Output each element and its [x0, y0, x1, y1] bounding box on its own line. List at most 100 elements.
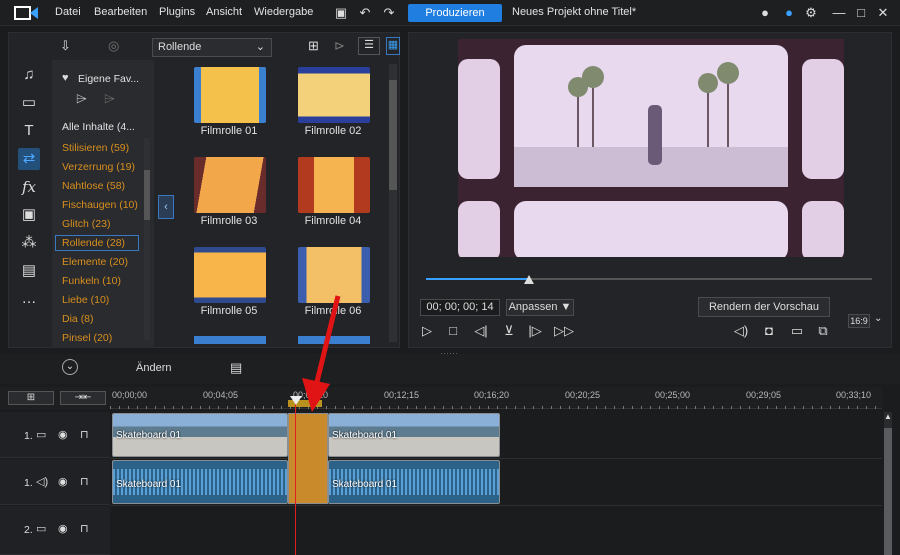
video-room-icon[interactable]: ▭ [18, 92, 40, 114]
all-contents[interactable]: Alle Inhalte (4... [62, 121, 135, 133]
fit-dropdown[interactable]: Anpassen ▼ [506, 299, 574, 316]
timeline-scroll-thumb[interactable] [884, 428, 892, 555]
pip-room-icon[interactable]: ▣ [18, 204, 40, 226]
heart-icon: ♥ [62, 72, 69, 84]
undo-icon[interactable]: ↶ [356, 4, 374, 22]
minimize-icon[interactable]: — [830, 4, 848, 22]
track-divider [110, 505, 882, 506]
fx-room-icon[interactable]: fx [18, 176, 40, 198]
list-view-icon[interactable]: ☰ [358, 37, 380, 55]
filmroll-02-thumb[interactable] [298, 67, 370, 123]
category-item[interactable]: Elemente (20) [62, 256, 128, 268]
new-folder-icon[interactable]: ⊞ [308, 38, 319, 54]
category-item[interactable]: Nahtlose (58) [62, 180, 125, 192]
menu-edit[interactable]: Bearbeiten [94, 6, 147, 18]
video-clip[interactable]: Skateboard 01 [328, 413, 500, 457]
library-scroll-thumb[interactable] [389, 80, 397, 190]
tag-icon[interactable]: ⊳ [334, 38, 345, 54]
visibility-eye-icon[interactable]: ◉ [58, 522, 68, 535]
produce-button[interactable]: Produzieren [408, 4, 502, 22]
subtitle-icon[interactable]: ▭ [788, 322, 806, 340]
snapshot-camera-icon[interactable]: ◘ [760, 322, 778, 340]
timeline-toolbar [0, 354, 900, 384]
category-item[interactable]: Pinsel (20) [62, 332, 112, 344]
volume-icon[interactable]: ◁) [732, 322, 750, 340]
category-dropdown[interactable]: Rollende ⌄ [152, 38, 272, 57]
category-item[interactable]: Glitch (23) [62, 218, 110, 230]
remove-tag-icon[interactable]: ⌲ [104, 90, 115, 107]
menu-playback[interactable]: Wiedergabe [254, 6, 313, 18]
media-room-icon[interactable]: ♫ [18, 64, 40, 86]
menu-plugins[interactable]: Plugins [159, 6, 195, 18]
visibility-eye-icon[interactable]: ◉ [58, 428, 68, 441]
category-item[interactable]: Funkeln (10) [62, 275, 121, 287]
settings-gear-icon[interactable]: ⚙ [802, 4, 820, 22]
next-frame-icon[interactable]: |▷ [526, 322, 544, 340]
category-item[interactable]: Stilisieren (59) [62, 142, 129, 154]
playhead-line[interactable] [295, 396, 296, 555]
grid-view-icon[interactable]: ▦ [386, 37, 400, 55]
clip-label: Skateboard 01 [116, 430, 182, 441]
undock-icon[interactable]: ⧉ [814, 322, 832, 340]
prev-frame-icon[interactable]: ◁| [472, 322, 490, 340]
category-item[interactable]: Verzerrung (19) [62, 161, 135, 173]
transition-clip[interactable] [288, 413, 328, 504]
close-icon[interactable]: ✕ [874, 4, 892, 22]
split-frame-icon[interactable]: ⊻ [500, 322, 518, 340]
track-header-video-2 [0, 506, 110, 555]
timeline-scrollbar[interactable] [884, 412, 892, 555]
title-room-icon[interactable]: T [18, 120, 40, 142]
filmroll-03-thumb[interactable] [194, 157, 266, 213]
timecode-display[interactable]: 00; 00; 00; 14 [420, 299, 500, 316]
add-tag-icon[interactable]: ⌲ [76, 90, 87, 107]
menu-view[interactable]: Ansicht [206, 6, 242, 18]
stop-icon[interactable]: □ [444, 322, 462, 340]
menu-file[interactable]: Datei [55, 6, 81, 18]
audio-clip[interactable]: Skateboard 01 [112, 460, 288, 504]
favorites-label[interactable]: Eigene Fav... [78, 73, 139, 85]
preview-seek-handle[interactable] [523, 275, 534, 284]
edit-button[interactable]: Ändern [136, 362, 171, 374]
maximize-icon[interactable]: □ [852, 4, 870, 22]
globe-icon[interactable]: ◎ [108, 38, 119, 54]
filmroll-05-thumb[interactable] [194, 247, 266, 303]
category-scroll-thumb[interactable] [144, 170, 150, 220]
category-item[interactable]: Liebe (10) [62, 294, 109, 306]
subtitle-room-icon[interactable]: ▤ [18, 260, 40, 282]
category-item[interactable]: Fischaugen (10) [62, 199, 138, 211]
ruler-label: 00;12;15 [384, 390, 420, 400]
category-item[interactable]: Dia (8) [62, 313, 94, 325]
user-icon[interactable]: ● [756, 4, 774, 22]
render-preview-button[interactable]: Rendern der Vorschau [698, 297, 830, 317]
toolbar-dropdown-icon[interactable]: ⌄ [62, 359, 78, 375]
more-icon[interactable]: … [18, 288, 40, 310]
track-manager-icon[interactable]: ⊞ [8, 391, 54, 405]
visibility-eye-icon[interactable]: ◉ [58, 475, 68, 488]
save-icon[interactable]: ▣ [332, 4, 350, 22]
filmroll-01-thumb[interactable] [194, 67, 266, 123]
audio-clip[interactable]: Skateboard 01 [328, 460, 500, 504]
collapse-panel-icon[interactable]: ‹ [158, 195, 174, 219]
chevron-down-icon[interactable]: ⌄ [874, 313, 882, 324]
ruler-label: 00;25;00 [655, 390, 691, 400]
fast-forward-icon[interactable]: ▷▷ [554, 322, 574, 340]
particle-room-icon[interactable]: ⁂ [18, 232, 40, 254]
fit-timeline-icon[interactable]: ⇥⇤ [60, 391, 106, 405]
filmroll-07-thumb[interactable] [194, 336, 266, 344]
play-icon[interactable]: ▷ [418, 322, 436, 340]
lock-icon[interactable]: ⊓ [80, 475, 89, 488]
lock-icon[interactable]: ⊓ [80, 522, 89, 535]
aspect-ratio-button[interactable]: 16:9 [848, 314, 870, 328]
video-clip[interactable]: Skateboard 01 [112, 413, 288, 457]
import-icon[interactable]: ⇩ [60, 38, 71, 54]
redo-icon[interactable]: ↷ [380, 4, 398, 22]
transition-room-icon[interactable]: ⇄ [18, 148, 40, 170]
scroll-up-icon[interactable]: ▲ [884, 412, 892, 421]
library-scrollbar[interactable] [389, 64, 397, 342]
notification-icon[interactable]: ● [780, 4, 798, 22]
storyboard-icon[interactable]: ▤ [230, 360, 242, 376]
lock-icon[interactable]: ⊓ [80, 428, 89, 441]
category-item-selected[interactable]: Rollende (28) [55, 235, 139, 251]
filmroll-04-thumb[interactable] [298, 157, 370, 213]
category-scrollbar[interactable] [144, 138, 150, 340]
